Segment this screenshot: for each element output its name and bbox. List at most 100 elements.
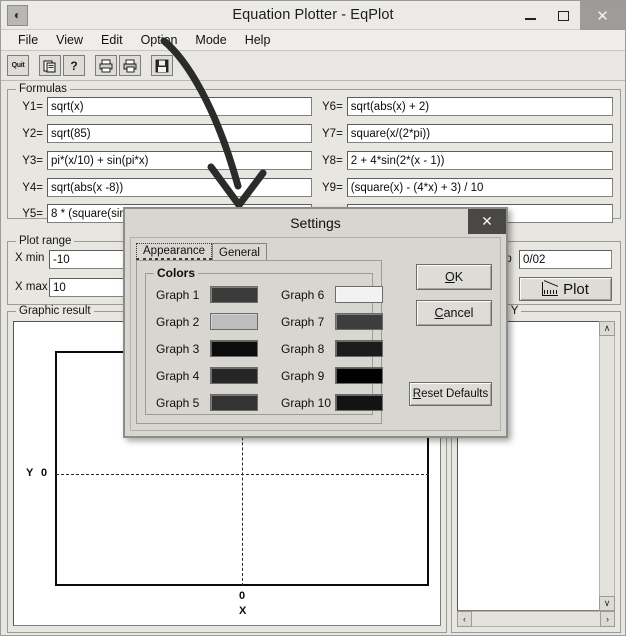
color-row-graph-8: Graph 8 — [281, 340, 383, 357]
formula-input-y9[interactable]: (square(x) - (4*x) + 3) / 10 — [346, 178, 613, 197]
graph-6-label: Graph 6 — [281, 287, 325, 302]
scroll-right-button[interactable]: › — [600, 611, 615, 627]
formula-row-y1: Y1= sqrt(x) — [13, 97, 313, 116]
scroll-down-button[interactable]: ∨ — [599, 596, 615, 611]
graph-9-color-swatch[interactable] — [335, 367, 383, 384]
help-button[interactable]: ? — [63, 55, 85, 76]
formula-input-y7[interactable]: square(x/(2*pi)) — [346, 124, 613, 143]
menu-item-mode[interactable]: Mode — [186, 33, 235, 47]
x-versus-y-vertical-scrollbar[interactable]: ∧ ∨ — [599, 321, 615, 611]
color-row-graph-3: Graph 3 — [156, 340, 258, 357]
color-row-graph-7: Graph 7 — [281, 313, 383, 330]
save-button[interactable] — [151, 55, 173, 76]
tab-general[interactable]: General — [212, 243, 267, 261]
formula-label-y8: Y8= — [322, 154, 343, 167]
graph-6-color-swatch[interactable] — [335, 286, 383, 303]
ok-button-label-rest: K — [454, 270, 464, 284]
formula-label-y4: Y4= — [22, 181, 43, 194]
window-controls: ✕ — [514, 1, 625, 30]
copy-icon — [43, 60, 56, 72]
reset-defaults-button[interactable]: Reset Defaults — [409, 382, 492, 406]
formula-label-y3: Y3= — [22, 154, 43, 167]
graph-10-label: Graph 10 — [281, 395, 332, 410]
formula-input-y2[interactable]: sqrt(85) — [47, 124, 312, 143]
print-button[interactable] — [119, 55, 141, 76]
x-versus-y-horizontal-scrollbar[interactable]: ‹ › — [457, 611, 615, 627]
y-axis-label: Y — [26, 467, 34, 479]
formula-label-y9: Y9= — [322, 181, 343, 194]
plot-chart-icon — [542, 282, 559, 296]
menu-bar: File View Edit Option Mode Help — [1, 30, 625, 51]
graph-7-label: Graph 7 — [281, 314, 325, 329]
copy-button[interactable] — [39, 55, 61, 76]
x-axis-label: X — [239, 605, 247, 617]
ok-button[interactable]: OK — [416, 264, 492, 290]
formula-row-y7: Y7= square(x/(2*pi)) — [313, 124, 613, 143]
menu-item-view[interactable]: View — [47, 33, 92, 47]
graphic-result-legend: Graphic result — [16, 305, 94, 317]
formula-row-y2: Y2= sqrt(85) — [13, 124, 313, 143]
tab-appearance[interactable]: Appearance — [136, 243, 213, 261]
formula-row-y3: Y3= pi*(x/10) + sin(pi*x) — [13, 151, 313, 170]
color-row-graph-1: Graph 1 — [156, 286, 258, 303]
graph-2-label: Graph 2 — [156, 314, 200, 329]
formula-input-y3[interactable]: pi*(x/10) + sin(pi*x) — [47, 151, 312, 170]
x-axis-tick-0: 0 — [239, 590, 246, 602]
menu-item-option[interactable]: Option — [132, 33, 187, 47]
formula-row-y9: Y9= (square(x) - (4*x) + 3) / 10 — [313, 178, 613, 197]
question-icon: ? — [70, 58, 78, 73]
settings-dialog-body: Appearance General Colors Graph 1 Graph … — [130, 237, 501, 431]
formula-input-y6[interactable]: sqrt(abs(x) + 2) — [346, 97, 613, 116]
graph-5-color-swatch[interactable] — [210, 394, 258, 411]
color-row-graph-9: Graph 9 — [281, 367, 383, 384]
graph-5-label: Graph 5 — [156, 395, 200, 410]
colors-legend: Colors — [154, 266, 199, 280]
graph-8-label: Graph 8 — [281, 341, 325, 356]
graph-2-color-swatch[interactable] — [210, 313, 258, 330]
scroll-up-button[interactable]: ∧ — [599, 321, 615, 336]
graph-3-color-swatch[interactable] — [210, 340, 258, 357]
formula-label-y6: Y6= — [322, 100, 343, 113]
cancel-button[interactable]: Cancel — [416, 300, 492, 326]
print-preview-icon — [99, 59, 113, 72]
settings-tabstrip: Appearance General — [136, 243, 401, 261]
formula-input-y1[interactable]: sqrt(x) — [47, 97, 312, 116]
maximize-button[interactable] — [547, 1, 580, 30]
formula-label-y5: Y5= — [22, 207, 43, 220]
formula-input-y8[interactable]: 2 + 4*sin(2*(x - 1)) — [346, 151, 613, 170]
color-row-graph-10: Graph 10 — [281, 394, 383, 411]
x-max-label: X max — [15, 281, 48, 293]
settings-dialog-close-button[interactable]: ✕ — [468, 209, 506, 234]
quit-button[interactable]: Quit — [7, 55, 29, 76]
formula-label-y1: Y1= — [22, 100, 43, 113]
formula-row-y8: Y8= 2 + 4*sin(2*(x - 1)) — [313, 151, 613, 170]
settings-dialog: Settings ✕ Appearance General Colors Gra… — [123, 207, 508, 438]
graph-8-color-swatch[interactable] — [335, 340, 383, 357]
formula-row-y6: Y6= sqrt(abs(x) + 2) — [313, 97, 613, 116]
plot-button-label: Plot — [563, 280, 589, 298]
menu-item-file[interactable]: File — [9, 33, 47, 47]
formula-row-y4: Y4= sqrt(abs(x -8)) — [13, 178, 313, 197]
graph-3-label: Graph 3 — [156, 341, 200, 356]
menu-item-edit[interactable]: Edit — [92, 33, 132, 47]
quit-icon: Quit — [11, 62, 25, 69]
graph-10-color-swatch[interactable] — [335, 394, 383, 411]
close-button[interactable]: ✕ — [580, 1, 625, 30]
plot-range-legend: Plot range — [16, 235, 75, 247]
title-bar: ◐ Equation Plotter - EqPlot ✕ — [1, 1, 625, 30]
graph-7-color-swatch[interactable] — [335, 313, 383, 330]
plot-button[interactable]: Plot — [519, 277, 612, 301]
menu-item-help[interactable]: Help — [236, 33, 280, 47]
print-preview-button[interactable] — [95, 55, 117, 76]
color-row-graph-6: Graph 6 — [281, 286, 383, 303]
step-input[interactable]: 0/02 — [519, 250, 612, 269]
graph-1-color-swatch[interactable] — [210, 286, 258, 303]
graph-4-color-swatch[interactable] — [210, 367, 258, 384]
scroll-left-button[interactable]: ‹ — [457, 611, 472, 627]
floppy-disk-icon — [155, 59, 169, 72]
minimize-button[interactable] — [514, 1, 547, 30]
colors-group: Colors Graph 1 Graph 2 Graph 3 Graph 4 G… — [145, 266, 383, 415]
minimize-icon — [525, 17, 536, 20]
printer-icon — [123, 59, 137, 72]
formula-input-y4[interactable]: sqrt(abs(x -8)) — [47, 178, 312, 197]
